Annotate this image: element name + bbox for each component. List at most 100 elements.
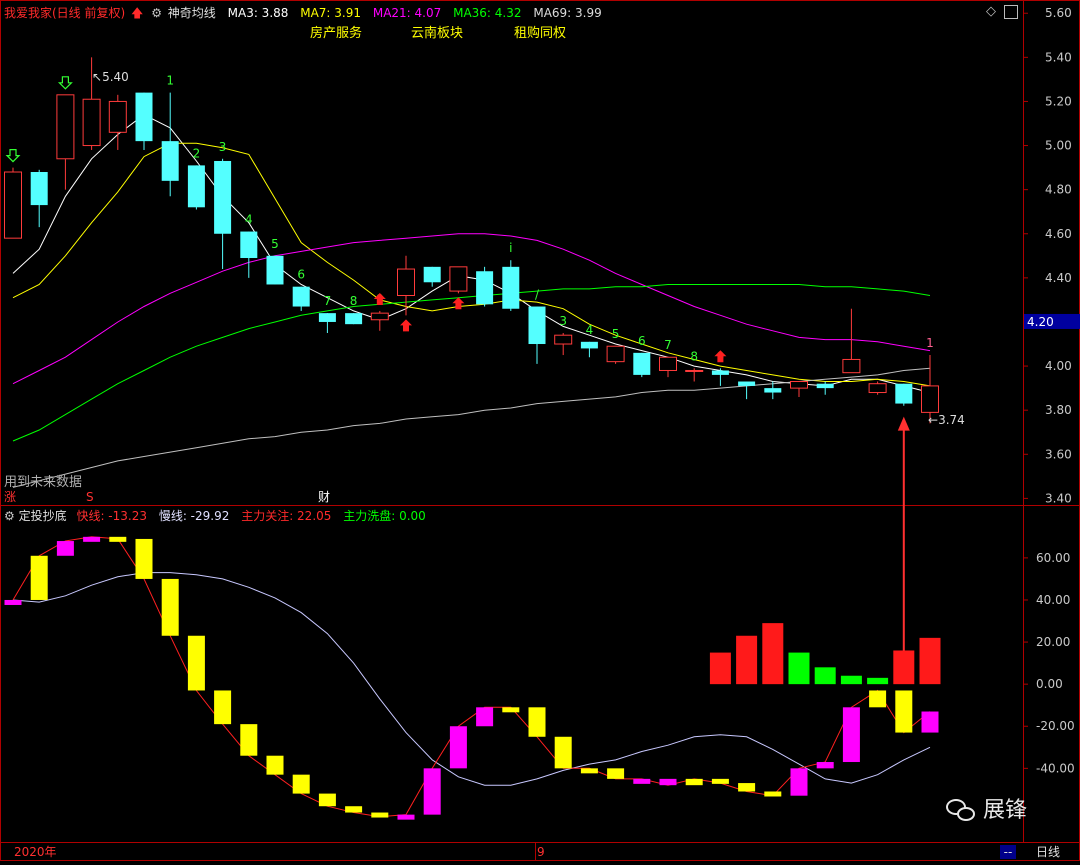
attention-bar [709, 652, 731, 685]
washout-bar [788, 652, 810, 685]
concept-tag-3[interactable]: 租购同权 [514, 27, 566, 41]
fast-bar [266, 755, 284, 775]
period-label[interactable]: 日线 [1036, 845, 1060, 859]
fast-bar [869, 690, 887, 708]
candle-body [738, 381, 756, 386]
count-label: 8 [350, 294, 358, 308]
count-label: i [509, 241, 512, 255]
ma3-line [12, 114, 931, 393]
price-tick-label: 4.60 [1045, 227, 1072, 241]
candle-body [790, 381, 808, 389]
price-tick-label: 4.40 [1045, 271, 1072, 285]
candle [108, 94, 127, 150]
indicator-name[interactable]: 神奇均线 [168, 6, 216, 20]
candle-body [292, 286, 310, 307]
fast-bar [423, 768, 441, 815]
candle-body [318, 313, 336, 322]
candle [56, 94, 75, 190]
candle-body [345, 313, 363, 325]
fast-bar [56, 541, 74, 556]
ma21-line [12, 233, 931, 385]
candle-body [370, 312, 389, 321]
expand-icon[interactable] [1004, 5, 1018, 19]
indicator-tick-label: -40.00 [1036, 761, 1075, 775]
concept-tag-1[interactable]: 房产服务 [310, 27, 362, 41]
settings-icon[interactable]: ⚙ [151, 6, 162, 20]
high-annotation: ↖5.40 [92, 70, 129, 84]
chart-stage: 5.60 5.40 5.20 5.00 4.80 4.60 4.40 4.20 4.00 3.80… [0, 0, 1080, 861]
fast-bar [711, 778, 729, 784]
candle-body [397, 268, 415, 297]
fast-bar [476, 707, 494, 727]
candle [711, 368, 729, 386]
month-label: 9 [537, 845, 545, 859]
candle-body [685, 369, 704, 372]
fast-bar [4, 599, 22, 605]
count-label: 5 [612, 327, 620, 341]
fast-bar [685, 778, 703, 786]
count-label: 1 [926, 336, 934, 350]
candle [502, 260, 520, 311]
fast-bar [371, 812, 389, 818]
fast-bar [790, 768, 808, 796]
ma21-label: MA21: 4.07 [372, 6, 442, 20]
fast-bar [502, 707, 520, 713]
attention-label: 主力关注: 22.05 [241, 509, 332, 523]
fast-bar [214, 690, 232, 725]
fast-bar [528, 707, 546, 737]
indicator-tick-label: 40.00 [1036, 593, 1070, 607]
marker-s[interactable]: S [86, 490, 94, 504]
candle [659, 356, 677, 378]
fast-bar [842, 707, 860, 763]
candle-body [606, 345, 625, 363]
window-title[interactable]: 我爱我家(日线 前复权) [4, 6, 125, 20]
price-tick-label: 3.40 [1045, 491, 1072, 505]
candle-body [161, 141, 179, 181]
candle [790, 381, 808, 397]
candle [449, 266, 468, 294]
candle [606, 345, 625, 364]
fast-bar [318, 793, 336, 807]
candle-body [187, 165, 205, 208]
count-label: 1 [166, 74, 174, 88]
candle-body [921, 385, 939, 413]
diamond-icon[interactable]: ◇ [986, 5, 996, 19]
candle-body [30, 172, 48, 206]
candle-body [240, 231, 258, 259]
fast-bar [397, 814, 415, 820]
signal-arrow-head [897, 416, 910, 431]
fast-bar [187, 635, 205, 691]
candle-body [476, 271, 494, 305]
candle-body [266, 255, 284, 285]
candle [397, 255, 415, 316]
candle-body [842, 358, 861, 374]
washout-bar [840, 675, 862, 685]
fast-bar [161, 578, 179, 636]
year-label: 2020年 [14, 845, 57, 859]
candle [135, 92, 153, 150]
count-label: / [535, 288, 540, 302]
slow-line-label: 慢线: -29.92 [158, 509, 230, 523]
watermark: 展锋 [946, 798, 1027, 824]
candle-body [711, 370, 729, 375]
settings-icon[interactable]: ⚙ [4, 509, 15, 523]
indicator-panel-name[interactable]: 定投抄底 [19, 509, 67, 523]
marker-zhang[interactable]: 涨 [4, 490, 16, 504]
candle-body [633, 352, 651, 375]
count-label: 6 [638, 334, 646, 348]
fast-bar [633, 778, 651, 784]
ma7-line [12, 142, 931, 387]
candle [895, 383, 913, 406]
indicator-tick-label: 20.00 [1036, 635, 1070, 649]
fast-bar [345, 806, 363, 813]
fast-bar [764, 791, 782, 797]
fast-bar [659, 778, 677, 786]
fast-bar [83, 536, 101, 542]
fast-bar [449, 726, 467, 769]
washout-bar [867, 677, 889, 685]
concept-tag-2[interactable]: 云南板块 [411, 27, 463, 41]
ma36-line [12, 284, 931, 442]
fast-bar [30, 555, 48, 600]
marker-cai[interactable]: 财 [318, 490, 330, 504]
candle [528, 306, 546, 364]
